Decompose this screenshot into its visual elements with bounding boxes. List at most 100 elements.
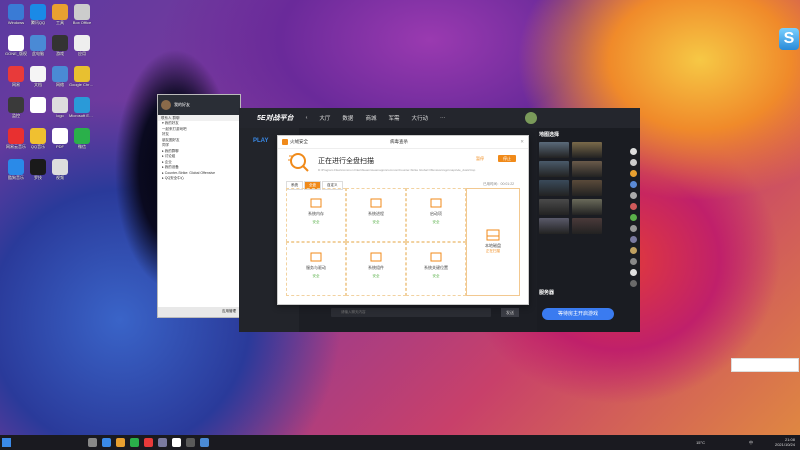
desktop-icon[interactable]: Box Office: [70, 4, 94, 25]
system-process-icon: [370, 198, 382, 208]
system-component-icon: [370, 252, 382, 262]
map-panel: 地图选择 服务器 等待房主开启游戏: [537, 128, 640, 332]
map-thumbnail[interactable]: [539, 142, 569, 158]
member-avatar[interactable]: [630, 280, 637, 287]
platform-topbar: 5E对战平台 ‹ 大厅 数据 商城 军需 大行动 ···: [239, 108, 640, 128]
chrome-icon: [74, 66, 90, 82]
startup-icon: [430, 198, 442, 208]
member-avatar[interactable]: [630, 181, 637, 188]
nav-lobby[interactable]: 大厅: [319, 114, 330, 122]
map-thumbnail[interactable]: [572, 199, 602, 215]
member-avatar[interactable]: [630, 203, 637, 210]
clock-date[interactable]: 2021/10/24: [775, 442, 795, 447]
doc-icon: [30, 66, 46, 82]
file-icon: [52, 97, 68, 113]
pdf-icon: [52, 128, 68, 144]
taskbar-app-icon[interactable]: [172, 438, 181, 447]
map-thumbnail[interactable]: [572, 142, 602, 158]
send-button[interactable]: 发送: [501, 308, 519, 317]
server-title: 服务器: [539, 290, 555, 296]
start-game-button[interactable]: 等待房主开启游戏: [542, 308, 614, 320]
taskbar-app-icon[interactable]: [116, 438, 125, 447]
app-manager-label[interactable]: 应用管理: [222, 309, 236, 314]
desktop-icon[interactable]: [26, 97, 50, 113]
member-avatar[interactable]: [630, 258, 637, 265]
system-tray: 15°C 中 21:08 2021/10/24: [696, 437, 795, 447]
local-disk-status: 正在扫描: [486, 249, 500, 253]
contacts-header: 我的好友: [158, 95, 240, 115]
member-avatar[interactable]: [630, 159, 637, 166]
contacts-list: ▾ 我的好友 一起来打游戏吧 好友 朋友圈好友 同学 ▸ 我的群聊 ▸ 讨论组 ▸ 企…: [158, 121, 240, 182]
map-thumbnail[interactable]: [539, 218, 569, 234]
scan-item-label: 系统组件: [368, 265, 384, 270]
user-avatar[interactable]: [525, 112, 538, 124]
nav-supply[interactable]: 军需: [388, 114, 399, 122]
taskbar-app-icon[interactable]: [130, 438, 139, 447]
scan-item-status: 安全: [432, 220, 440, 224]
contacts-footer: 应用管理: [158, 307, 240, 317]
taskbar-app-icon[interactable]: [102, 438, 111, 447]
map-thumbnail[interactable]: [572, 161, 602, 177]
input-language[interactable]: 中: [749, 440, 753, 445]
taskbar-app-icon[interactable]: [158, 438, 167, 447]
more-icon[interactable]: ···: [440, 115, 446, 121]
taskbar-app-icon[interactable]: [200, 438, 209, 447]
kugou-icon: [8, 159, 24, 175]
floating-toolbar[interactable]: [731, 358, 799, 372]
desktop-icons: Windows 腾讯QQ 工具 Box Office GONE_版权 此电脑 游戏 应用 网易文…: [0, 0, 100, 435]
wechat-icon: [74, 128, 90, 144]
nav-data[interactable]: 数据: [342, 114, 353, 122]
map-thumbnail[interactable]: [572, 218, 602, 234]
scan-item-cell: 系统内存 安全: [286, 188, 346, 242]
pause-button[interactable]: 暂停: [476, 155, 484, 162]
platform-brand: 5E对战平台: [257, 115, 294, 122]
scan-item-status: 安全: [372, 274, 380, 278]
stop-button[interactable]: 停止: [498, 155, 516, 162]
chat-input[interactable]: 请输入聊天内容: [331, 308, 491, 317]
close-icon[interactable]: ✕: [520, 136, 524, 148]
scan-item-label: 系统进程: [368, 211, 384, 216]
desktop-icon[interactable]: 应用: [70, 35, 94, 56]
map-thumbnail[interactable]: [572, 180, 602, 196]
s-badge-icon[interactable]: S: [779, 28, 799, 50]
map-thumbnail[interactable]: [539, 161, 569, 177]
contact-group-item[interactable]: ▸ QQ安全中心: [158, 176, 240, 182]
box-icon: [74, 4, 90, 20]
desktop-icon[interactable]: Google Chrome: [69, 66, 95, 87]
desktop-icon[interactable]: Microsoft Edge: [69, 97, 95, 118]
net-icon: [52, 66, 68, 82]
map-thumbnail[interactable]: [539, 180, 569, 196]
avatar[interactable]: [161, 100, 171, 110]
member-avatar[interactable]: [630, 214, 637, 221]
nav-shop[interactable]: 商城: [365, 114, 376, 122]
member-avatar[interactable]: [630, 148, 637, 155]
system-location-icon: [430, 252, 442, 262]
wyy-icon: [8, 66, 24, 82]
windows-start-icon[interactable]: [2, 438, 11, 447]
member-avatar[interactable]: [630, 192, 637, 199]
scan-item-label: 启动项: [430, 211, 442, 216]
film-icon: [52, 159, 68, 175]
netease-icon: [8, 128, 24, 144]
scan-item-label: 系统关键位置: [424, 265, 448, 270]
member-avatar[interactable]: [630, 269, 637, 276]
member-avatar[interactable]: [630, 247, 637, 254]
taskbar-app-icon[interactable]: [186, 438, 195, 447]
member-avatar[interactable]: [630, 225, 637, 232]
nav-operation[interactable]: 大行动: [411, 114, 428, 122]
blank-icon: [30, 97, 46, 113]
back-icon[interactable]: ‹: [306, 115, 308, 121]
taskbar-app-icon[interactable]: [144, 438, 153, 447]
scanner-titlebar: 火绒安全 病毒查杀 ✕: [278, 136, 528, 149]
taskbar: 15°C 中 21:08 2021/10/24: [0, 435, 800, 450]
desktop-icon-label: 应用: [78, 51, 86, 56]
member-avatar[interactable]: [630, 170, 637, 177]
desktop-icon[interactable]: 监控: [4, 97, 28, 118]
scan-path: D:\Program Files\Common Files\Steam\stea…: [318, 168, 476, 172]
member-avatar[interactable]: [630, 236, 637, 243]
desktop-icon[interactable]: 视频: [48, 159, 72, 180]
map-thumbnail[interactable]: [539, 199, 569, 215]
taskbar-app-icon[interactable]: [88, 438, 97, 447]
desktop-icon[interactable]: 微信: [70, 128, 94, 149]
chat-placeholder: 请输入聊天内容: [341, 310, 366, 314]
